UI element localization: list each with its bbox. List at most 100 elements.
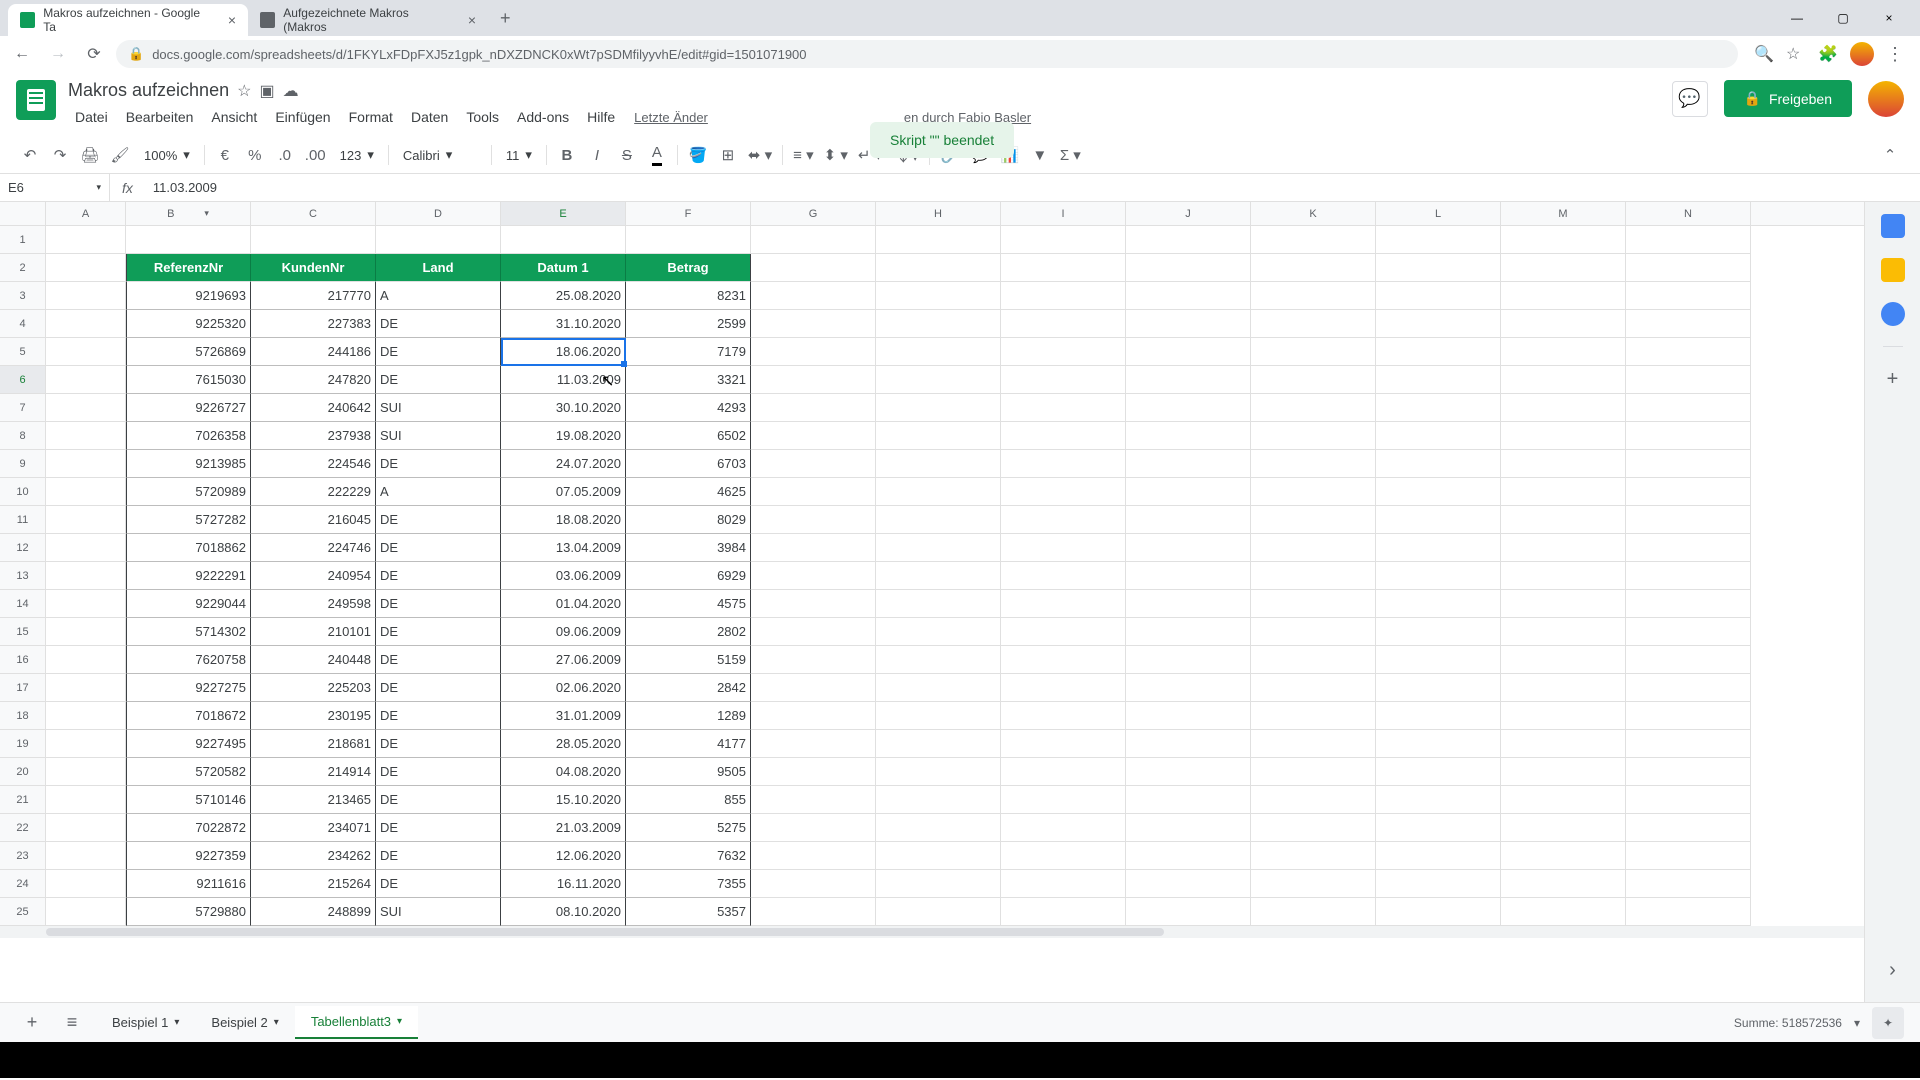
cell[interactable] — [1251, 646, 1376, 674]
cell[interactable] — [751, 478, 876, 506]
cell[interactable]: 227383 — [251, 310, 376, 338]
cell[interactable] — [1501, 786, 1626, 814]
cell[interactable] — [1251, 674, 1376, 702]
cell[interactable] — [1501, 842, 1626, 870]
cell[interactable] — [1001, 618, 1126, 646]
font-size-select[interactable]: 11 ▾ — [498, 147, 540, 163]
cell[interactable] — [1376, 478, 1501, 506]
cell[interactable] — [1251, 394, 1376, 422]
cell[interactable]: 28.05.2020 — [501, 730, 626, 758]
cell[interactable] — [46, 450, 126, 478]
cell[interactable]: 4293 — [626, 394, 751, 422]
cell[interactable] — [1251, 590, 1376, 618]
cell[interactable] — [876, 842, 1001, 870]
row-header[interactable]: 6 — [0, 366, 46, 394]
cell[interactable] — [1126, 282, 1251, 310]
row-header[interactable]: 23 — [0, 842, 46, 870]
cell[interactable] — [1251, 338, 1376, 366]
cell[interactable]: 2802 — [626, 618, 751, 646]
row-header[interactable]: 16 — [0, 646, 46, 674]
cell[interactable]: DE — [376, 842, 501, 870]
cell[interactable]: 08.10.2020 — [501, 898, 626, 926]
cell[interactable] — [876, 786, 1001, 814]
menu-daten[interactable]: Daten — [404, 105, 455, 129]
cell[interactable] — [1001, 254, 1126, 282]
cell[interactable] — [1626, 674, 1751, 702]
cell[interactable]: DE — [376, 366, 501, 394]
cell[interactable] — [251, 226, 376, 254]
cell[interactable] — [46, 506, 126, 534]
cell[interactable] — [46, 226, 126, 254]
cell[interactable] — [1126, 310, 1251, 338]
cell[interactable]: 9505 — [626, 758, 751, 786]
cell[interactable] — [751, 394, 876, 422]
cell[interactable]: DE — [376, 590, 501, 618]
cell[interactable] — [46, 282, 126, 310]
cell[interactable] — [1251, 422, 1376, 450]
row-header[interactable]: 13 — [0, 562, 46, 590]
cell[interactable] — [1626, 478, 1751, 506]
cell[interactable]: DE — [376, 730, 501, 758]
cell[interactable]: 222229 — [251, 478, 376, 506]
cell[interactable]: 6502 — [626, 422, 751, 450]
star-icon[interactable]: ☆ — [237, 81, 251, 101]
column-header-K[interactable]: K — [1251, 202, 1376, 225]
cell[interactable] — [1626, 562, 1751, 590]
forward-button[interactable]: → — [44, 40, 72, 68]
cell[interactable] — [46, 310, 126, 338]
cell[interactable]: DE — [376, 562, 501, 590]
redo-button[interactable]: ↷ — [46, 141, 74, 169]
cell[interactable] — [751, 506, 876, 534]
cell[interactable] — [1251, 506, 1376, 534]
row-header[interactable]: 1 — [0, 226, 46, 254]
cell[interactable] — [46, 646, 126, 674]
cell[interactable]: 8029 — [626, 506, 751, 534]
cell[interactable] — [751, 646, 876, 674]
cell[interactable] — [1251, 898, 1376, 926]
column-header-L[interactable]: L — [1376, 202, 1501, 225]
cell[interactable]: 13.04.2009 — [501, 534, 626, 562]
cell[interactable] — [1126, 254, 1251, 282]
cell[interactable] — [1501, 814, 1626, 842]
cell[interactable] — [1001, 394, 1126, 422]
new-tab-button[interactable]: + — [488, 8, 523, 29]
cell[interactable] — [1126, 338, 1251, 366]
cell[interactable]: 234262 — [251, 842, 376, 870]
cell[interactable]: 214914 — [251, 758, 376, 786]
extensions-icon[interactable]: 🧩 — [1818, 44, 1838, 64]
cell[interactable]: 16.11.2020 — [501, 870, 626, 898]
cell[interactable]: 7179 — [626, 338, 751, 366]
cell[interactable] — [1126, 422, 1251, 450]
cell[interactable] — [46, 562, 126, 590]
cell[interactable]: 249598 — [251, 590, 376, 618]
column-header-A[interactable]: A — [46, 202, 126, 225]
cell[interactable]: 218681 — [251, 730, 376, 758]
cell[interactable]: 7018862 — [126, 534, 251, 562]
italic-button[interactable]: I — [583, 141, 611, 169]
last-edit-status[interactable]: Letzte Änder — [634, 110, 708, 125]
back-button[interactable]: ← — [8, 40, 36, 68]
cell[interactable] — [1001, 422, 1126, 450]
cell[interactable]: SUI — [376, 422, 501, 450]
cell[interactable] — [1501, 282, 1626, 310]
cell[interactable] — [1501, 590, 1626, 618]
close-icon[interactable]: × — [228, 12, 236, 28]
menu-ansicht[interactable]: Ansicht — [204, 105, 264, 129]
cell[interactable]: 3984 — [626, 534, 751, 562]
cell[interactable] — [1501, 226, 1626, 254]
cell[interactable]: 237938 — [251, 422, 376, 450]
cell[interactable] — [751, 422, 876, 450]
horizontal-scrollbar[interactable] — [0, 926, 1864, 938]
column-header-D[interactable]: D — [376, 202, 501, 225]
strikethrough-button[interactable]: S — [613, 141, 641, 169]
cell[interactable]: DE — [376, 758, 501, 786]
cell[interactable] — [46, 674, 126, 702]
cell[interactable]: DE — [376, 646, 501, 674]
cell[interactable] — [1001, 786, 1126, 814]
cell[interactable] — [1126, 814, 1251, 842]
cell[interactable] — [1001, 282, 1126, 310]
cell[interactable] — [1001, 702, 1126, 730]
collapse-toolbar-button[interactable]: ⌃ — [1876, 141, 1904, 169]
cell[interactable] — [1501, 870, 1626, 898]
cell[interactable]: 30.10.2020 — [501, 394, 626, 422]
